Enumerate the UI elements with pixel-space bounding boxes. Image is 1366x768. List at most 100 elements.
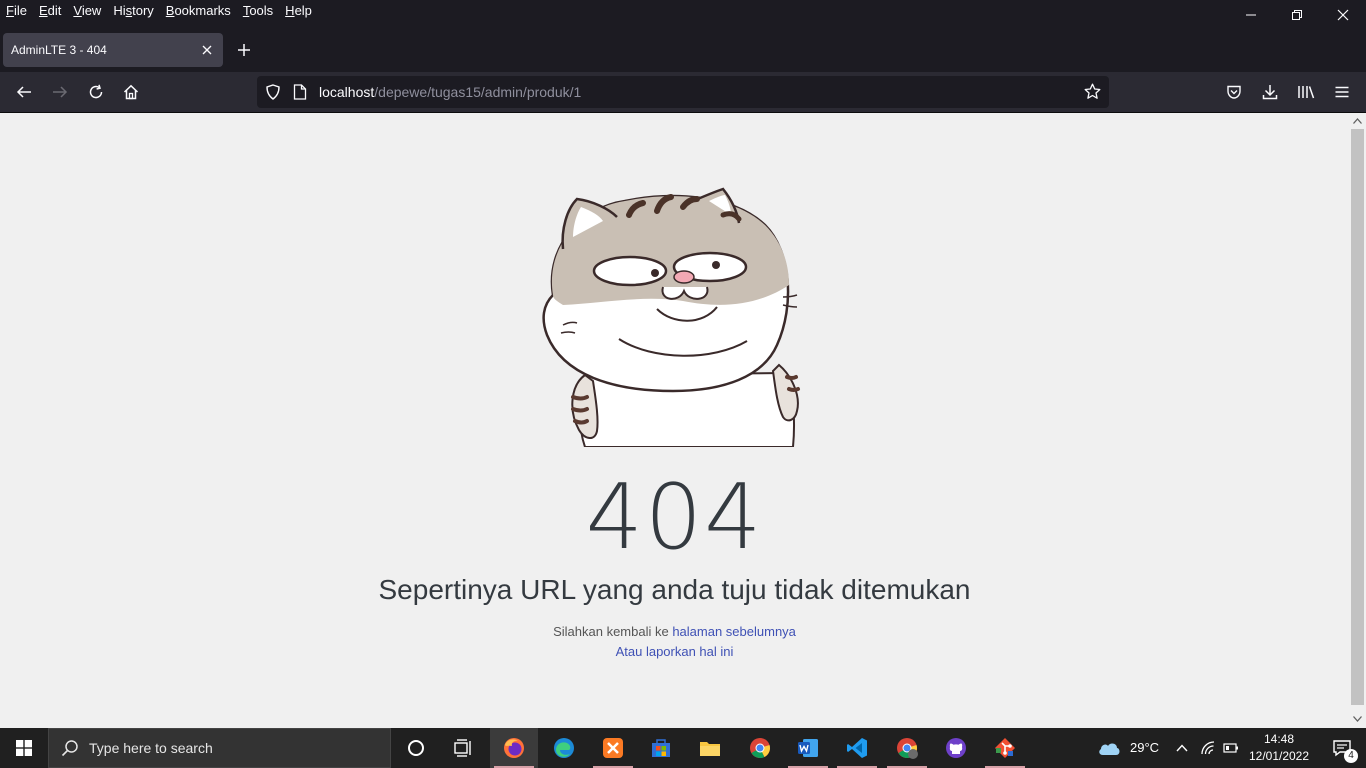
clock-date: 12/01/2022 [1248,749,1310,763]
previous-page-link[interactable]: halaman sebelumnya [672,624,796,639]
minimize-icon [1246,14,1256,16]
close-window-button[interactable] [1320,0,1366,30]
taskbar-github-desktop[interactable] [932,728,980,768]
home-icon [123,84,139,100]
shield-icon[interactable] [265,84,281,105]
url-bar[interactable]: localhost/depewe/tugas15/admin/produk/1 [257,76,1109,108]
git-icon [995,738,1015,758]
star-icon [1084,83,1101,99]
clock-time: 14:48 [1263,732,1295,746]
system-clock[interactable]: 14:48 12/01/2022 [1244,731,1314,765]
menu-item-accelerator: F [6,3,14,18]
restore-icon [1292,10,1302,20]
cloud-icon [1099,743,1120,755]
close-icon [202,45,212,55]
taskbar-chrome[interactable] [736,728,784,768]
app-menu-button[interactable] [1328,80,1356,104]
chevron-down-icon [1353,716,1362,722]
scroll-up-arrow[interactable] [1351,115,1364,127]
plus-icon [238,44,250,56]
vertical-scrollbar[interactable] [1349,113,1366,728]
start-button[interactable] [0,728,48,768]
network-button[interactable] [1196,728,1220,768]
cortana-button[interactable] [392,728,440,768]
back-button[interactable] [10,80,38,104]
arrow-right-icon [53,86,68,98]
menu-item-edit[interactable]: Edit [39,3,61,18]
chevron-up-icon [1353,118,1362,124]
window-controls [1228,0,1366,30]
search-placeholder: Type here to search [89,740,213,756]
task-view-icon [454,739,471,757]
word-icon [798,739,818,757]
menu-item-text: ools [249,3,274,18]
report-link[interactable]: Atau laporkan hal ini [616,644,734,659]
xampp-icon [603,738,623,758]
library-button[interactable] [1292,80,1320,104]
firefox-icon [504,738,524,758]
page-content: 404 Sepertinya URL yang anda tuju tidak … [0,113,1349,728]
menu-item-help[interactable]: Help [285,3,312,18]
arrow-left-icon [16,86,31,98]
bookmark-star-button[interactable] [1084,83,1101,105]
downloads-button[interactable] [1256,80,1284,104]
taskbar-xampp[interactable] [589,728,637,768]
tab-active[interactable]: AdminLTE 3 - 404 [3,33,223,67]
weather-widget[interactable] [1086,728,1132,768]
weather-temperature[interactable]: 29°C [1130,740,1159,755]
error-title: Sepertinya URL yang anda tuju tidak dite… [378,574,971,605]
task-view-button[interactable] [440,728,488,768]
store-icon [652,739,670,757]
url-path: /depewe/tugas15/admin/produk/1 [374,84,582,100]
taskbar-store[interactable] [637,728,685,768]
pocket-button[interactable] [1220,80,1248,104]
menu-item-text: iew [81,3,102,18]
forward-button[interactable] [46,80,74,104]
minimize-button[interactable] [1228,0,1274,30]
menu-item-history[interactable]: History [113,3,153,18]
chrome-icon [897,738,918,759]
show-hidden-icons-button[interactable] [1170,728,1194,768]
taskbar-chrome-profile[interactable] [883,728,931,768]
reload-button[interactable] [82,80,110,104]
reload-icon [89,84,103,99]
menu-items: File Edit View History Bookmarks Tools Help [0,0,324,18]
error-message-text: Silahkan kembali ke [553,624,673,639]
taskbar-git[interactable] [981,728,1029,768]
menu-item-text: ookmarks [174,3,231,18]
taskbar-file-explorer[interactable] [686,728,734,768]
scroll-thumb[interactable] [1351,129,1364,705]
url-host: localhost [319,84,375,100]
page-icon[interactable] [293,84,307,105]
download-icon [1262,85,1278,100]
hamburger-icon [1335,86,1349,98]
battery-button[interactable] [1220,728,1242,768]
pocket-icon [1227,85,1241,99]
url-text[interactable]: localhost/depewe/tugas15/admin/produk/1 [319,84,581,100]
notification-badge: 4 [1344,749,1358,763]
close-icon [1337,9,1349,21]
menu-item-accelerator: H [285,3,295,18]
taskbar-edge[interactable] [540,728,588,768]
taskbar-word[interactable] [784,728,832,768]
wifi-icon [1201,741,1215,755]
menu-item-tools[interactable]: Tools [243,3,273,18]
scroll-down-arrow[interactable] [1351,713,1364,725]
error-code: 404 [585,465,764,570]
search-icon [61,740,78,757]
notification-center-button[interactable]: 4 [1318,728,1366,768]
library-icon [1298,86,1315,99]
taskbar-search-box[interactable]: Type here to search [48,728,391,768]
menu-item-view[interactable]: View [73,3,101,18]
windows-icon [16,740,32,756]
restore-button[interactable] [1274,0,1320,30]
menu-item-text: elp [294,3,312,18]
new-tab-button[interactable] [232,38,256,62]
menu-item-bookmarks[interactable]: Bookmarks [166,3,231,18]
home-button[interactable] [117,80,145,104]
cortana-icon [408,740,424,756]
tab-close-button[interactable] [199,42,215,58]
taskbar-firefox[interactable] [490,728,538,768]
menu-item-file[interactable]: File [6,3,27,18]
taskbar-vscode[interactable] [833,728,881,768]
